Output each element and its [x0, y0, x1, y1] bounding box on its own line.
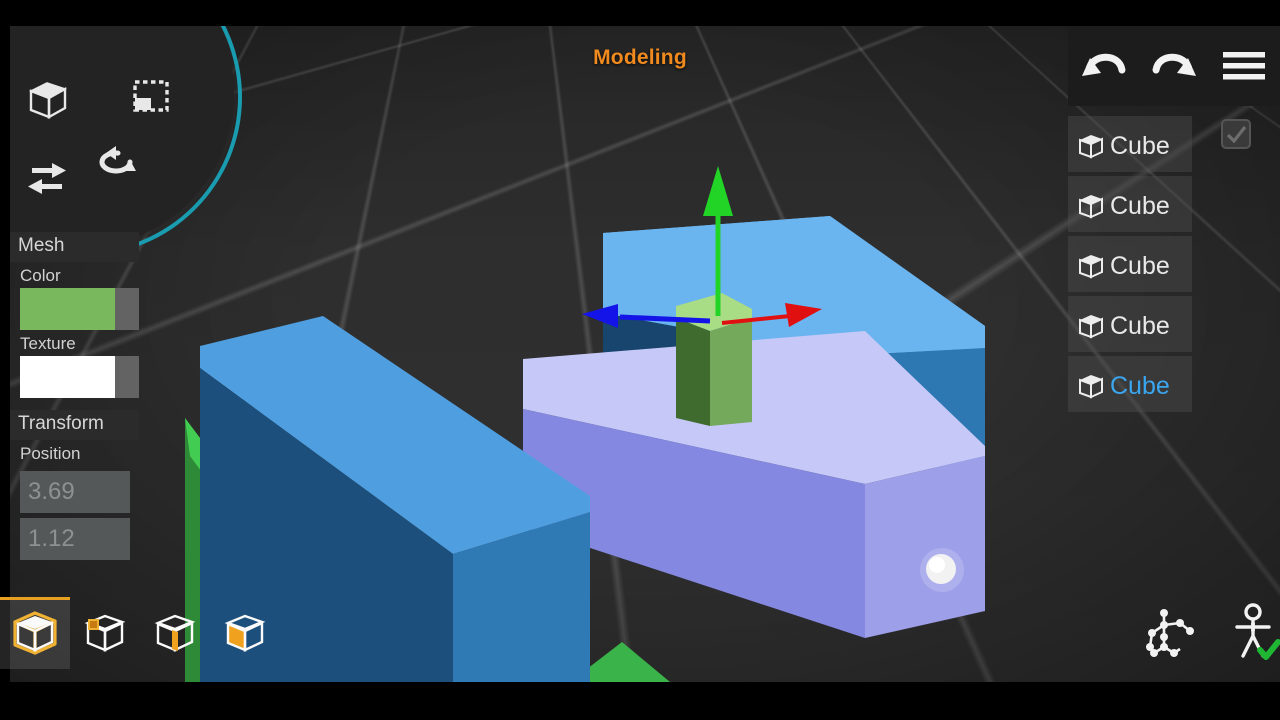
object-list-item[interactable]: Cube: [1068, 236, 1280, 296]
object-name-label: Cube: [1110, 191, 1170, 220]
cube-edge-icon: [154, 614, 196, 652]
humanoid-button[interactable]: [1224, 600, 1280, 664]
color-field[interactable]: [20, 288, 139, 330]
panel-spacer: [10, 398, 139, 410]
texture-swatch-edge: [115, 356, 139, 398]
object-mode-button[interactable]: [0, 597, 70, 669]
check-badge-icon: [1257, 639, 1280, 660]
position-x-input[interactable]: 3.69: [20, 471, 130, 513]
marquee-select-icon: [133, 80, 169, 112]
humanoid-icon: [1235, 603, 1280, 660]
menu-button[interactable]: [1218, 40, 1270, 92]
app-root: Modeling Mesh Color Texture Transform Po…: [0, 0, 1280, 720]
position-y-input[interactable]: 1.12: [20, 518, 130, 560]
object-list-item[interactable]: Cube: [1068, 356, 1280, 416]
object-name-label: Cube: [1110, 311, 1170, 340]
cube-vertex-icon: [84, 614, 126, 652]
cube-icon: [1074, 251, 1108, 281]
color-swatch[interactable]: [20, 288, 115, 330]
cube-object-icon: [13, 611, 57, 655]
cube-icon: [29, 82, 67, 120]
properties-panel: Mesh Color Texture Transform Position 3.…: [10, 232, 139, 560]
texture-field-label: Texture: [20, 334, 76, 353]
object-name-label: Cube: [1110, 251, 1170, 280]
cube-icon: [1074, 191, 1108, 221]
cube-tool-button[interactable]: [20, 72, 76, 128]
scene-object-green-box-selected: [676, 293, 752, 426]
color-swatch-edge: [115, 288, 139, 330]
redo-button[interactable]: [1148, 40, 1200, 92]
cube-icon: [1074, 371, 1108, 401]
letterbox-bottom: [0, 682, 1280, 720]
move-tool-button[interactable]: [18, 152, 74, 208]
letterbox-top: [0, 0, 1280, 26]
cube-icon: [1074, 131, 1108, 161]
selection-mode-toolbar[interactable]: [0, 597, 280, 669]
cube-icon: [1074, 311, 1108, 341]
rotate-icon: [99, 146, 136, 174]
texture-field[interactable]: [20, 356, 139, 398]
hamburger-menu-icon: [1223, 52, 1265, 80]
rotate-tool-button[interactable]: [88, 134, 144, 190]
cube-face-icon: [224, 614, 266, 652]
undo-button[interactable]: [1078, 40, 1130, 92]
face-mode-button[interactable]: [210, 597, 280, 669]
top-right-toolbar: [1068, 26, 1280, 106]
object-list[interactable]: Cube Cube Cube Cube Cube: [1068, 116, 1280, 416]
vertex-mode-button[interactable]: [70, 597, 140, 669]
rig-nodes-button[interactable]: [1140, 600, 1198, 664]
color-field-label: Color: [20, 266, 61, 285]
object-list-item[interactable]: Cube: [1068, 296, 1280, 356]
marquee-select-button[interactable]: [123, 70, 179, 126]
undo-icon: [1082, 53, 1126, 76]
object-list-item[interactable]: Cube: [1068, 116, 1280, 176]
transform-section-header: Transform: [10, 410, 139, 440]
bottom-right-toolbar: [1140, 600, 1280, 664]
texture-swatch[interactable]: [20, 356, 115, 398]
object-list-item[interactable]: Cube: [1068, 176, 1280, 236]
mesh-section-header: Mesh: [10, 232, 139, 262]
object-name-label: Cube: [1110, 131, 1170, 160]
edge-mode-button[interactable]: [140, 597, 210, 669]
move-horizontal-icon: [28, 163, 66, 194]
scene-object-sphere-light: [920, 548, 964, 592]
skeleton-nodes-icon: [1146, 609, 1194, 657]
position-field-label: Position: [20, 444, 81, 463]
redo-icon: [1152, 53, 1196, 76]
object-name-label: Cube: [1110, 371, 1170, 400]
